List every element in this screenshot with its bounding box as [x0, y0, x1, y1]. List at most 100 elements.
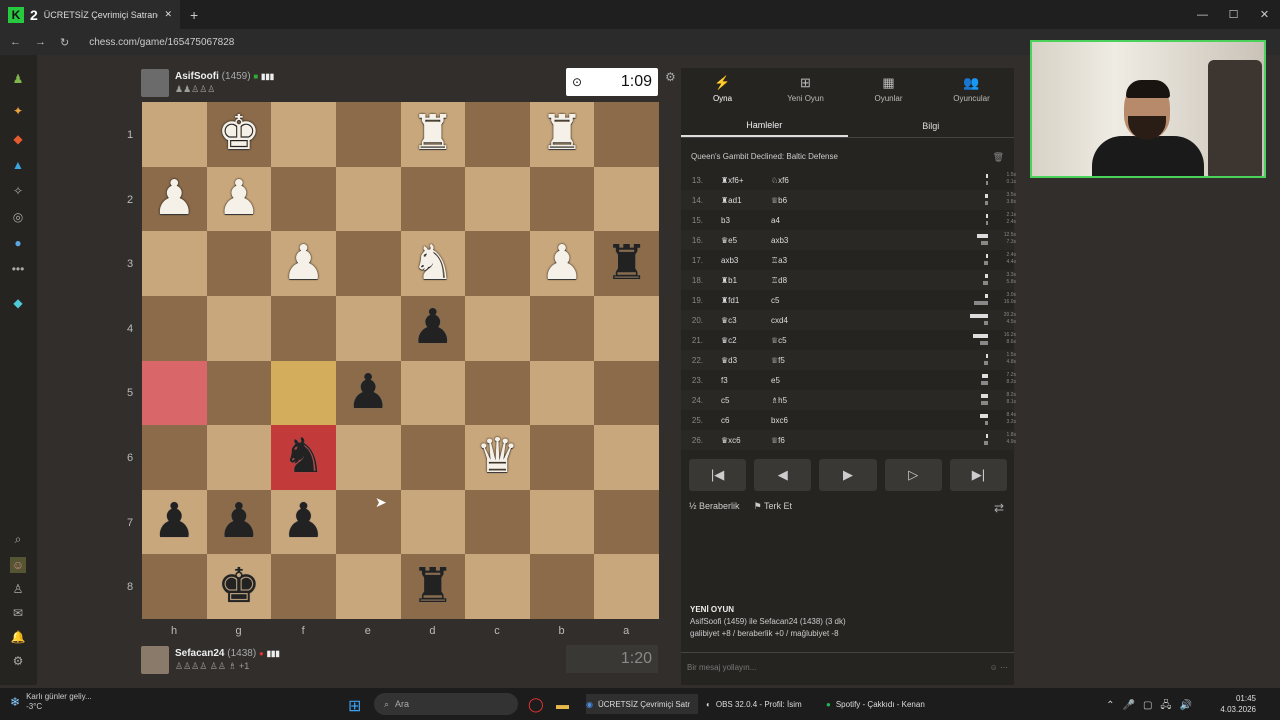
white-pawn-icon[interactable]: ♟ [217, 174, 260, 223]
square-b2[interactable] [529, 166, 595, 232]
square-a1[interactable] [594, 102, 659, 167]
new-tab-button[interactable]: + [190, 7, 198, 23]
square-h8[interactable] [142, 554, 207, 619]
square-h1[interactable] [142, 102, 207, 167]
taskbar-search[interactable]: ⌕ Ara [374, 693, 518, 715]
white-move[interactable]: b3 [707, 216, 771, 225]
square-e1[interactable] [335, 102, 401, 167]
url-field[interactable]: chess.com/game/165475067828 [89, 37, 234, 48]
square-h3[interactable] [142, 231, 207, 296]
white-move[interactable]: ♛d3 [707, 356, 771, 365]
back-button[interactable]: ← [10, 36, 21, 48]
square-e5[interactable]: ♟ [335, 360, 401, 426]
square-g6[interactable] [206, 425, 272, 490]
close-tab-icon[interactable]: ✕ [164, 9, 172, 20]
white-move[interactable]: ♛c2 [707, 336, 771, 345]
black-move[interactable]: ♕b6 [771, 196, 831, 205]
system-tray-icons[interactable]: ⌃🎤▢🖧🔊 [1106, 698, 1200, 715]
square-c5[interactable] [465, 360, 530, 426]
square-b7[interactable] [529, 489, 595, 555]
white-move[interactable]: ♜fd1 [707, 296, 771, 305]
square-f6[interactable]: ♞ [271, 425, 336, 490]
more-icon[interactable]: ⋯ [1000, 663, 1008, 672]
square-f7[interactable]: ♟ [271, 489, 336, 555]
more-icon[interactable]: ••• [10, 261, 26, 277]
square-a8[interactable] [594, 554, 659, 619]
square-c2[interactable] [465, 166, 530, 232]
square-h2[interactable]: ♟ [142, 166, 207, 232]
square-h5[interactable] [142, 360, 207, 426]
reload-button[interactable]: ↻ [60, 36, 69, 49]
lessons-icon[interactable]: ▲ [10, 157, 26, 173]
minimize-button[interactable]: — [1187, 0, 1218, 29]
square-g2[interactable]: ♟ [206, 166, 272, 232]
square-b8[interactable] [529, 554, 595, 619]
square-d6[interactable] [400, 425, 466, 490]
emoji-icon[interactable]: ☺ [990, 663, 998, 672]
board-settings-icon[interactable]: ⚙ [665, 70, 676, 84]
forward-button[interactable]: → [35, 36, 46, 48]
white-queen-icon[interactable]: ♛ [476, 433, 519, 481]
black-pawn-icon[interactable]: ♟ [411, 304, 454, 352]
square-d4[interactable]: ♟ [400, 295, 466, 361]
friends-icon[interactable]: ♙ [10, 581, 26, 597]
white-pawn-icon[interactable]: ♟ [153, 174, 196, 223]
square-h7[interactable]: ♟ [142, 489, 207, 555]
square-h4[interactable] [142, 295, 207, 361]
black-pawn-icon[interactable]: ♟ [217, 498, 260, 546]
maximize-button[interactable]: ☐ [1218, 0, 1249, 29]
square-g4[interactable] [206, 295, 272, 361]
square-g7[interactable]: ♟ [206, 489, 272, 555]
square-d7[interactable] [400, 489, 466, 555]
black-move[interactable]: ♖d8 [771, 276, 831, 285]
bell-icon[interactable]: 🔔 [10, 629, 26, 645]
black-move[interactable]: ♘xf6 [771, 176, 831, 185]
square-e6[interactable] [335, 425, 401, 490]
black-move[interactable]: e5 [771, 376, 831, 385]
square-f4[interactable] [271, 295, 336, 361]
tab-games[interactable]: ▦ Oyunlar [847, 68, 930, 110]
black-move[interactable]: ♗h5 [771, 396, 831, 405]
mail-icon[interactable]: ✉ [10, 605, 26, 621]
tab-play[interactable]: ⚡ Oyna [681, 68, 764, 110]
white-move[interactable]: ♜ad1 [707, 196, 771, 205]
flip-board-icon[interactable]: ⇄ [994, 501, 1004, 515]
black-move[interactable]: c5 [771, 296, 831, 305]
square-b4[interactable] [529, 295, 595, 361]
square-b5[interactable] [529, 360, 595, 426]
black-move[interactable]: ♕f6 [771, 436, 831, 445]
trash-icon[interactable]: 🗑 [993, 152, 1004, 163]
taskbar-item-obs[interactable]: ◐ OBS 32.0.4 - Profil: İsim [706, 694, 802, 714]
white-rook-icon[interactable]: ♜ [541, 110, 584, 158]
white-rook-icon[interactable]: ♜ [411, 110, 454, 158]
avatar-icon[interactable]: ☺ [10, 557, 26, 573]
black-knight-icon[interactable]: ♞ [282, 433, 325, 481]
watch-icon[interactable]: ✧ [10, 183, 26, 199]
bottom-player-name[interactable]: Sefacan24 [175, 648, 224, 659]
square-e8[interactable] [335, 554, 401, 619]
white-knight-icon[interactable]: ♞ [411, 239, 454, 288]
play-icon[interactable]: ♟ [10, 71, 26, 87]
tab-moves[interactable]: Hamleler [681, 114, 848, 137]
windows-start-icon[interactable]: ⊞ [348, 696, 361, 716]
square-f1[interactable] [271, 102, 336, 167]
folder-icon[interactable]: ▬ [556, 694, 569, 714]
square-b1[interactable]: ♜ [529, 102, 595, 167]
black-move[interactable]: cxd4 [771, 316, 831, 325]
square-e7[interactable] [335, 489, 401, 555]
square-c8[interactable] [465, 554, 530, 619]
previous-move-button[interactable]: ◀ [754, 459, 812, 491]
draw-button[interactable]: ½ Beraberlik [689, 501, 740, 512]
close-window-button[interactable]: ✕ [1249, 0, 1280, 29]
white-move[interactable]: f3 [707, 376, 771, 385]
square-g1[interactable]: ♚ [206, 102, 272, 167]
square-a3[interactable]: ♜ [594, 231, 659, 296]
black-pawn-icon[interactable]: ♟ [347, 368, 390, 417]
first-move-button[interactable]: |◀ [689, 459, 747, 491]
square-d2[interactable] [400, 166, 466, 232]
black-move[interactable]: ♕f5 [771, 356, 831, 365]
square-a4[interactable] [594, 295, 659, 361]
white-pawn-icon[interactable]: ♟ [541, 239, 584, 288]
white-move[interactable]: ♜b1 [707, 276, 771, 285]
square-h6[interactable] [142, 425, 207, 490]
